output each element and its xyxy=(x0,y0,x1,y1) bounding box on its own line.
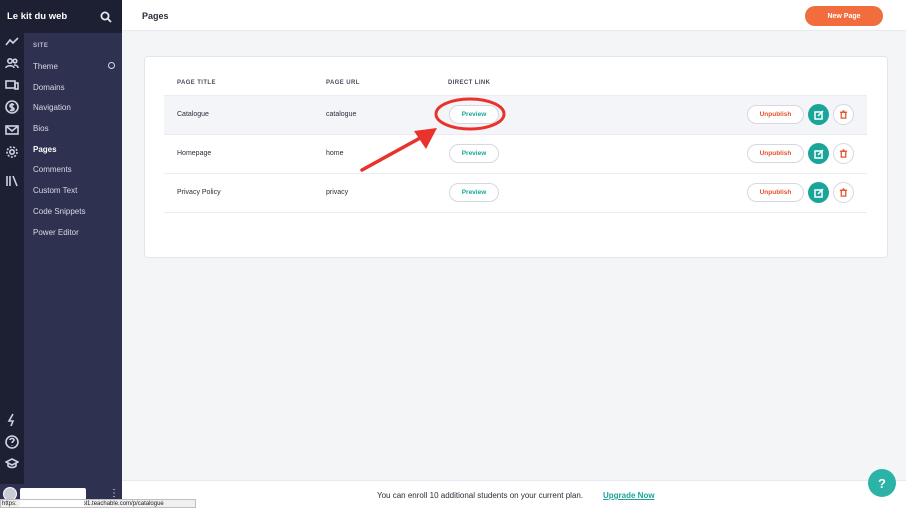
table-row: Privacy Policy privacy Preview Unpublish xyxy=(164,173,867,212)
column-header-page-title: PAGE TITLE xyxy=(177,80,216,86)
dollar-icon[interactable] xyxy=(4,99,20,115)
sidebar-item-navigation[interactable]: Navigation xyxy=(33,103,71,112)
status-url-redacted xyxy=(20,500,84,507)
library-icon[interactable] xyxy=(4,173,20,189)
sidebar-item-bios[interactable]: Bios xyxy=(33,124,49,133)
page-url-cell: catalogue xyxy=(326,111,357,118)
table-row: Catalogue catalogue Preview Unpublish xyxy=(164,95,867,134)
column-header-direct-link: DIRECT LINK xyxy=(448,80,491,86)
brand-bar: Le kit du web xyxy=(0,0,122,33)
trend-icon[interactable] xyxy=(4,34,20,50)
page-url-cell: home xyxy=(326,150,344,157)
page-title-cell[interactable]: Privacy Policy xyxy=(177,189,221,196)
devices-icon[interactable] xyxy=(4,77,20,93)
status-url-prefix: https: xyxy=(2,501,17,507)
gear-icon[interactable] xyxy=(4,144,20,160)
sidebar-item-custom-text[interactable]: Custom Text xyxy=(33,186,77,195)
sidebar-section-label: SITE xyxy=(33,43,49,49)
enrollment-message: You can enroll 10 additional students on… xyxy=(377,491,584,500)
edit-icon[interactable] xyxy=(808,182,829,203)
new-page-button[interactable]: New Page xyxy=(805,6,883,26)
more-options-icon[interactable]: ⋮ xyxy=(109,488,119,499)
icon-rail xyxy=(0,0,24,508)
sidebar-item-comments[interactable]: Comments xyxy=(33,165,72,174)
preview-button[interactable]: Preview xyxy=(449,144,499,163)
edit-icon[interactable] xyxy=(808,143,829,164)
sidebar-item-theme[interactable]: Theme xyxy=(33,62,58,71)
status-url-suffix: hool1.teachable.com/p/catalogue xyxy=(75,501,164,507)
trash-icon[interactable] xyxy=(833,182,854,203)
sidebar-item-power-editor[interactable]: Power Editor xyxy=(33,228,79,237)
sidebar-item-pages[interactable]: Pages xyxy=(33,145,57,154)
unpublish-button[interactable]: Unpublish xyxy=(747,105,804,124)
page-title-cell[interactable]: Homepage xyxy=(177,150,211,157)
trash-icon[interactable] xyxy=(833,104,854,125)
preview-button[interactable]: Preview xyxy=(449,183,499,202)
graduation-cap-icon[interactable] xyxy=(4,456,20,472)
sidebar-item-domains[interactable]: Domains xyxy=(33,83,65,92)
table-divider xyxy=(164,212,867,213)
theme-status-dot xyxy=(108,62,115,69)
table-row: Homepage home Preview Unpublish xyxy=(164,134,867,173)
trash-icon[interactable] xyxy=(833,143,854,164)
upgrade-now-link[interactable]: Upgrade Now xyxy=(603,491,655,500)
bolt-icon[interactable] xyxy=(4,412,20,428)
help-button[interactable]: ? xyxy=(868,469,896,497)
page-title: Pages xyxy=(142,11,169,21)
main-header xyxy=(122,0,906,31)
unpublish-button[interactable]: Unpublish xyxy=(747,144,804,163)
brand-name[interactable]: Le kit du web xyxy=(7,11,67,22)
column-header-page-url: PAGE URL xyxy=(326,80,360,86)
sidebar-item-code-snippets[interactable]: Code Snippets xyxy=(33,207,85,216)
preview-button[interactable]: Preview xyxy=(449,105,499,124)
help-circle-icon[interactable] xyxy=(4,434,20,450)
users-icon[interactable] xyxy=(4,55,20,71)
unpublish-button[interactable]: Unpublish xyxy=(747,183,804,202)
sidebar xyxy=(24,0,122,508)
page-title-cell[interactable]: Catalogue xyxy=(177,111,209,118)
page-url-cell: privacy xyxy=(326,189,349,196)
mail-icon[interactable] xyxy=(4,122,20,138)
edit-icon[interactable] xyxy=(808,104,829,125)
search-icon[interactable] xyxy=(100,10,112,23)
